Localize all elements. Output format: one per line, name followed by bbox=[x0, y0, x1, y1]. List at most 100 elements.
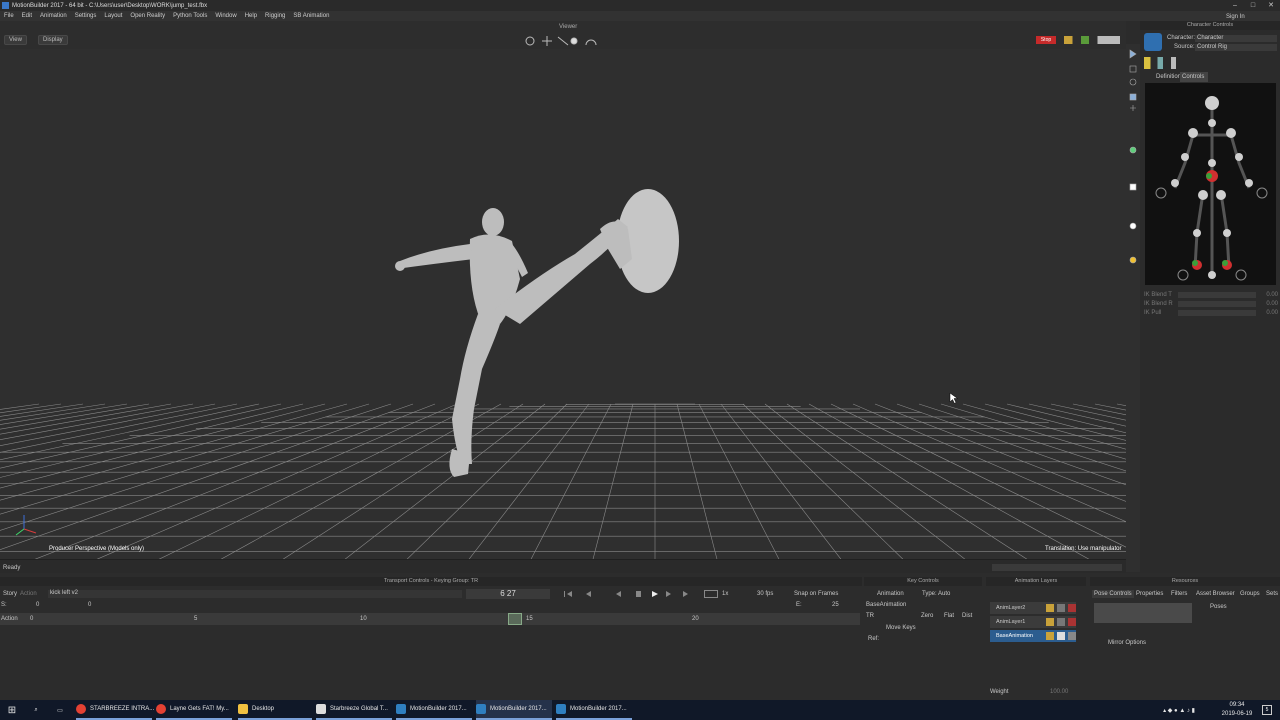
tab-filters[interactable]: Filters bbox=[1171, 591, 1187, 597]
dist-button[interactable]: Dist bbox=[962, 613, 972, 619]
move-keys-button[interactable]: Move Keys bbox=[886, 625, 916, 631]
taskbar: ⊞ ⌕ ▭ STARBREEZE INTRA... Layne Gets FAT… bbox=[0, 700, 1280, 720]
ref-label: Ref: bbox=[868, 636, 880, 642]
poses-folder[interactable]: Poses bbox=[1210, 604, 1227, 610]
transform-fields[interactable] bbox=[992, 564, 1122, 571]
fps-select[interactable]: 30 fps bbox=[757, 591, 773, 597]
flat-button[interactable]: Flat bbox=[944, 613, 954, 619]
layer-select[interactable]: BaseAnimation bbox=[866, 602, 906, 608]
menu-item-layout[interactable]: Layout bbox=[100, 13, 126, 19]
tab-controls[interactable]: Controls bbox=[1180, 72, 1208, 82]
start-button[interactable]: ⊞ bbox=[4, 700, 20, 720]
source-select[interactable]: Control Rig bbox=[1195, 44, 1277, 51]
ik-row[interactable]: IK Blend T 0.00 bbox=[1144, 291, 1278, 300]
menu-item-sb-animation[interactable]: SB Animation bbox=[289, 13, 333, 19]
tab-asset-browser[interactable]: Asset Browser bbox=[1196, 591, 1235, 597]
menu-item-settings[interactable]: Settings bbox=[71, 13, 101, 19]
loop-icon[interactable] bbox=[704, 590, 718, 598]
task-view-icon[interactable]: ▭ bbox=[52, 700, 68, 720]
stop-button[interactable]: Stop bbox=[1036, 36, 1056, 44]
snap-select[interactable]: Snap on Frames bbox=[794, 591, 838, 597]
start-label: S: bbox=[1, 602, 7, 608]
weight-value[interactable]: 100.00 bbox=[1050, 689, 1068, 695]
clock-date[interactable]: 2019-06-19 bbox=[1218, 711, 1256, 717]
clock-time[interactable]: 09:34 bbox=[1222, 702, 1252, 708]
maximize-button[interactable]: □ bbox=[1244, 0, 1262, 11]
character-icon[interactable] bbox=[1144, 33, 1162, 51]
ruler-tick: 10 bbox=[360, 616, 367, 622]
viewer-toolbar: Viewer View Display Stop bbox=[0, 21, 1126, 49]
ik-row[interactable]: IK Blend R 0.00 bbox=[1144, 300, 1278, 309]
viewer-title: Viewer bbox=[559, 24, 578, 30]
ground-grid bbox=[0, 189, 1126, 559]
viewer-status-bar: Ready bbox=[0, 559, 1126, 573]
prev-key-icon bbox=[586, 591, 591, 597]
3d-viewport[interactable]: Producer Perspective (Models only) Trans… bbox=[0, 49, 1126, 559]
taskbar-item-explorer[interactable]: Desktop bbox=[238, 700, 312, 720]
menu-item-edit[interactable]: Edit bbox=[18, 13, 36, 19]
taskbar-item-motionbuilder[interactable]: MotionBuilder 2017... bbox=[556, 700, 632, 720]
ik-tool-icon bbox=[1129, 146, 1137, 154]
view-menu-button[interactable]: View bbox=[4, 35, 27, 45]
tab-definition[interactable]: Definition bbox=[1156, 74, 1181, 80]
type-select[interactable]: Auto bbox=[938, 591, 950, 597]
taskbar-item-chrome[interactable]: STARBREEZE INTRA... bbox=[76, 700, 154, 720]
bottom-panels: Transport Controls - Keying Group: TR St… bbox=[0, 573, 1280, 700]
title-bar: MotionBuilder 2017 - 64 bit - C:\Users\u… bbox=[0, 0, 1280, 11]
menu-item-help[interactable]: Help bbox=[241, 13, 261, 19]
mode-select[interactable]: Animation bbox=[877, 591, 904, 597]
ruler-tick: 0 bbox=[30, 616, 34, 622]
menu-item-file[interactable]: File bbox=[0, 13, 18, 19]
character-select[interactable]: Character bbox=[1195, 35, 1277, 42]
notification-icon[interactable]: 5 bbox=[1262, 705, 1272, 715]
mirror-options[interactable]: Mirror Options bbox=[1108, 640, 1146, 646]
character-toolbar[interactable] bbox=[1144, 57, 1278, 69]
manipulator-tools[interactable] bbox=[522, 33, 602, 49]
taskbar-item-motionbuilder-active[interactable]: MotionBuilder 2017... bbox=[476, 700, 552, 720]
axis-gizmo bbox=[15, 515, 37, 536]
taskbar-item-motionbuilder[interactable]: MotionBuilder 2017... bbox=[396, 700, 472, 720]
action-toggle[interactable]: Action bbox=[20, 591, 37, 597]
status-text: Ready bbox=[3, 565, 21, 571]
menu-item-window[interactable]: Window bbox=[211, 13, 240, 19]
tab-properties[interactable]: Properties bbox=[1136, 591, 1163, 597]
take-select[interactable]: kick left v2 bbox=[48, 590, 462, 598]
system-tray-icons[interactable]: ▴ ◆ ● ▲ ♪ ▮ bbox=[1145, 700, 1213, 720]
timeline-cursor[interactable] bbox=[508, 613, 522, 625]
sign-in-link[interactable]: Sign In bbox=[1226, 14, 1245, 20]
zero-button[interactable]: Zero bbox=[921, 613, 933, 619]
minimize-button[interactable]: – bbox=[1226, 0, 1244, 11]
display-menu-button[interactable]: Display bbox=[38, 35, 68, 45]
tab-groups[interactable]: Groups bbox=[1240, 591, 1260, 597]
search-icon[interactable]: ⌕ bbox=[28, 700, 44, 720]
frame-display[interactable]: 6 27 bbox=[466, 589, 550, 599]
menu-item-python-tools[interactable]: Python Tools bbox=[169, 13, 211, 19]
layer-row[interactable]: AnimLayer2 bbox=[990, 602, 1076, 614]
layer-row[interactable]: AnimLayer1 bbox=[990, 616, 1076, 628]
tab-pose-controls[interactable]: Pose Controls bbox=[1092, 590, 1134, 598]
current-frame-field[interactable]: 0 bbox=[88, 602, 91, 608]
viewer-options-icons[interactable] bbox=[1064, 36, 1120, 44]
speed-select[interactable]: 1x bbox=[722, 591, 728, 597]
menu-item-open-reality[interactable]: Open Reality bbox=[126, 13, 169, 19]
source-label: Source: bbox=[1174, 44, 1195, 50]
character-figure-view[interactable] bbox=[1145, 83, 1276, 285]
story-toggle[interactable]: Story bbox=[3, 591, 17, 597]
taskbar-item-starbreeze[interactable]: Starbreeze Global T... bbox=[316, 700, 392, 720]
cube-icon bbox=[1129, 183, 1137, 191]
taskbar-item-chrome[interactable]: Layne Gets FAT! My... bbox=[156, 700, 232, 720]
close-button[interactable]: ✕ bbox=[1262, 0, 1280, 11]
keying-group-select[interactable]: TR bbox=[866, 613, 874, 619]
layer-row-selected[interactable]: BaseAnimation bbox=[990, 630, 1076, 642]
pose-preview[interactable] bbox=[1094, 603, 1192, 623]
playback-controls[interactable] bbox=[556, 589, 696, 599]
start-frame-field[interactable]: 0 bbox=[36, 602, 39, 608]
ik-row[interactable]: IK Pull 0.00 bbox=[1144, 309, 1278, 318]
tab-sets[interactable]: Sets bbox=[1266, 591, 1278, 597]
orbit-tool-icon bbox=[525, 36, 535, 46]
end-frame-field[interactable]: 25 bbox=[832, 602, 839, 608]
sphere-icon bbox=[1129, 222, 1137, 230]
timeline-ruler[interactable]: Action 0 5 10 15 20 bbox=[0, 613, 860, 625]
menu-item-animation[interactable]: Animation bbox=[36, 13, 71, 19]
menu-item-rigging[interactable]: Rigging bbox=[261, 13, 289, 19]
